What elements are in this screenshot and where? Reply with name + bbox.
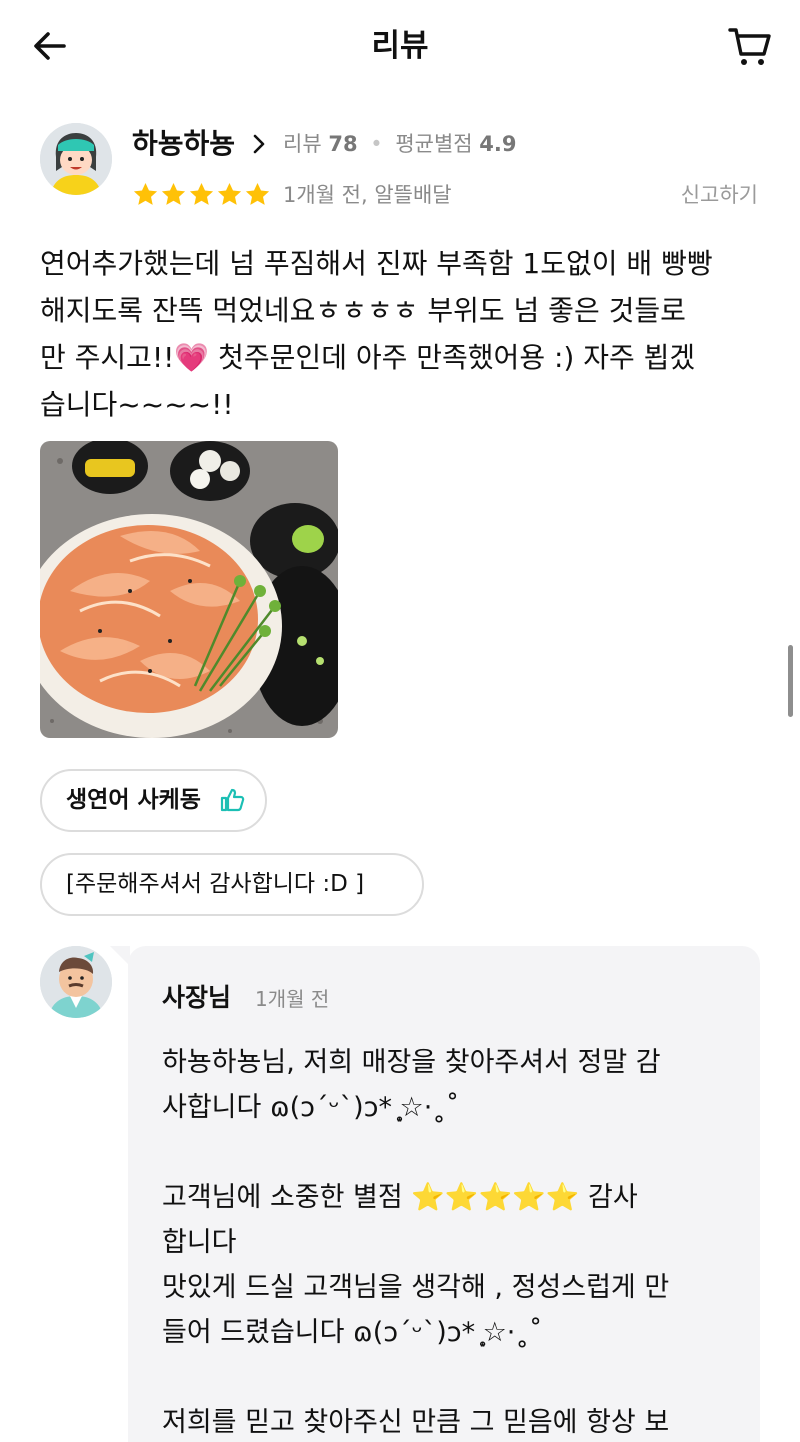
top-bar: 리뷰 <box>0 0 800 92</box>
avg-rating-value: 4.9 <box>479 132 517 156</box>
star-icon <box>133 183 158 205</box>
owner-avatar-illustration <box>40 946 112 1018</box>
chevron-right-icon[interactable] <box>248 132 270 156</box>
avg-rating-label: 평균별점 <box>395 132 473 156</box>
owner-avatar <box>40 946 112 1018</box>
owner-reply-text: 하뇽하뇽님, 저희 매장을 찾아주셔서 정말 감 사합니다 ɷ(ↄ´ᵕ`)ↄ* … <box>162 1047 670 1438</box>
review-text: 연어추가했는데 넘 푸짐해서 진짜 부족함 1도없이 배 빵빵 해지도록 잔뜩 … <box>40 247 713 421</box>
owner-name: 사장님 <box>162 983 232 1012</box>
star-icon <box>245 183 270 205</box>
thumbs-up-icon <box>220 788 245 812</box>
review-meta: 1개월 전, 알뜰배달 <box>283 183 452 207</box>
star-icon <box>161 183 186 205</box>
cart-icon <box>728 28 771 65</box>
star-icon <box>217 183 242 205</box>
page-title: 리뷰 <box>371 28 429 64</box>
salmon-bowl-image <box>40 441 338 738</box>
report-button[interactable]: 신고하기 <box>681 179 758 211</box>
reviewer-stats: 리뷰 78 • 평균별점 4.9 <box>283 128 517 160</box>
rating-stars <box>132 181 271 211</box>
menu-tag-label: 생연어 사케동 <box>66 787 201 813</box>
reviewer-name[interactable]: 하뇽하뇽 <box>132 124 235 164</box>
thanks-tag-chip[interactable]: [주문해주셔서 감사합니다 :D ] <box>40 853 424 916</box>
scrollbar[interactable] <box>788 645 793 717</box>
user-avatar[interactable] <box>40 123 112 195</box>
reply-bubble-tail <box>110 946 130 966</box>
user-avatar-illustration <box>40 123 112 195</box>
separator-dot: • <box>370 132 383 156</box>
star-icon <box>189 183 214 205</box>
owner-reply-time: 1개월 전 <box>255 987 330 1011</box>
thanks-tag-label: [주문해주셔서 감사합니다 :D ] <box>66 871 365 897</box>
review-count-label: 리뷰 <box>283 132 322 156</box>
review-photo[interactable] <box>40 441 338 738</box>
cart-button[interactable] <box>726 24 774 68</box>
review-count-value: 78 <box>328 132 358 156</box>
menu-tag-chip[interactable]: 생연어 사케동 <box>40 769 267 832</box>
